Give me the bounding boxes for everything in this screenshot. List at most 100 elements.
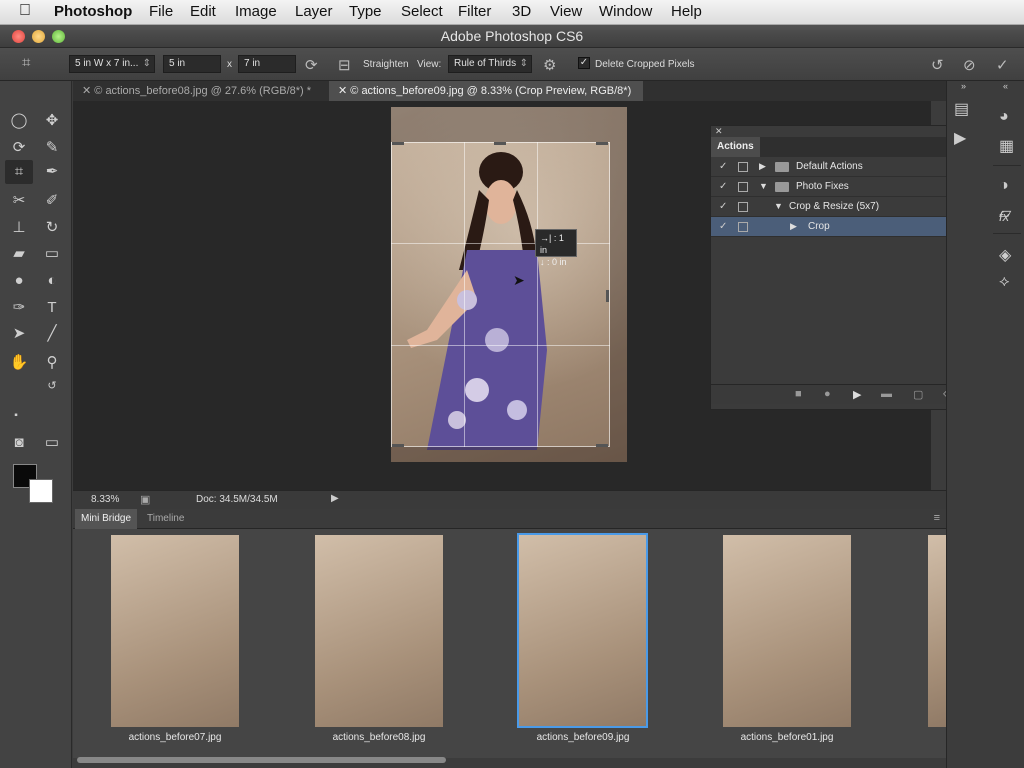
collapse-arrow-icon[interactable]: ▼ <box>774 201 783 211</box>
quick-select-tool-icon[interactable]: ✎ <box>38 136 66 160</box>
close-tab-icon[interactable]: ✕ <box>338 85 350 97</box>
screen-mode-icon[interactable]: ▭ <box>38 431 66 455</box>
straighten-label[interactable]: Straighten <box>363 59 409 70</box>
default-colors-icon[interactable]: ▪ <box>2 404 30 428</box>
action-crop-resize[interactable]: ✓ ▼ Crop & Resize (5x7) <box>711 197 968 217</box>
collapse-dock-icon[interactable]: « <box>1003 81 1008 91</box>
toggle-dialog-icon[interactable] <box>738 162 748 172</box>
pen-tool-icon[interactable]: ✑ <box>5 296 33 320</box>
zoom-window-button[interactable] <box>52 30 65 43</box>
menu-layer[interactable]: Layer <box>295 3 333 20</box>
type-tool-icon[interactable]: T <box>38 296 66 320</box>
collapse-arrow-icon[interactable]: ▼ <box>759 181 768 191</box>
hand-tool-icon[interactable]: ✋ <box>5 351 33 375</box>
status-info-icon[interactable]: ▣ <box>140 493 150 506</box>
swap-colors-icon[interactable]: ↺ <box>38 374 66 398</box>
paths-panel-icon[interactable]: ⟡ <box>999 273 1010 291</box>
expand-arrow-icon[interactable]: ▶ <box>790 221 797 232</box>
thumbnail[interactable] <box>111 535 239 727</box>
record-icon[interactable]: ● <box>824 388 831 400</box>
swatches-panel-icon[interactable]: ▦ <box>999 136 1014 156</box>
eyedropper-tool-icon[interactable]: ✒ <box>38 160 66 184</box>
menu-type[interactable]: Type <box>349 3 382 20</box>
menu-window[interactable]: Window <box>599 3 652 20</box>
close-window-button[interactable] <box>12 30 25 43</box>
gradient-tool-icon[interactable]: ▭ <box>38 242 66 266</box>
bridge-scrollbar[interactable] <box>77 757 446 763</box>
thumbnail[interactable] <box>723 535 851 727</box>
history-panel-icon[interactable]: ▤ <box>954 99 969 119</box>
apple-icon[interactable]:  <box>19 2 31 20</box>
crop-handle-edge[interactable] <box>494 142 506 145</box>
toggle-item-check[interactable]: ✓ <box>719 221 727 232</box>
tab-timeline[interactable]: Timeline <box>141 509 190 529</box>
view-overlay-select[interactable]: Rule of Thirds ⇕ <box>448 55 532 73</box>
color-panel-icon[interactable]: ◕ <box>999 108 1009 126</box>
thumbnail-selected[interactable] <box>517 533 648 728</box>
tab-actions-before08[interactable]: ✕ © actions_before08.jpg @ 27.6% (RGB/8*… <box>73 81 329 101</box>
swap-dimensions-icon[interactable]: ⟳ <box>305 56 318 74</box>
action-set-photo-fixes[interactable]: ✓ ▼ Photo Fixes <box>711 177 968 197</box>
play-icon[interactable]: ▶ <box>853 388 861 401</box>
crop-handle-corner[interactable] <box>392 142 404 145</box>
menu-filter[interactable]: Filter <box>458 3 491 20</box>
minimize-window-button[interactable] <box>32 30 45 43</box>
crop-handle-corner[interactable] <box>596 444 608 447</box>
thumbnail[interactable] <box>928 535 946 727</box>
background-color-swatch[interactable] <box>29 479 53 503</box>
line-tool-icon[interactable]: ╱ <box>38 322 66 346</box>
toggle-dialog-icon[interactable] <box>738 222 748 232</box>
menu-photoshop[interactable]: Photoshop <box>54 3 132 20</box>
fx-icon[interactable]: fx <box>999 209 1009 224</box>
toggle-dialog-icon[interactable] <box>738 182 748 192</box>
thumbnail[interactable] <box>315 535 443 727</box>
menu-view[interactable]: View <box>550 3 582 20</box>
menu-3d[interactable]: 3D <box>512 3 531 20</box>
toggle-item-check[interactable]: ✓ <box>719 181 727 192</box>
crop-tool-preset-icon[interactable]: ⌗ <box>22 54 30 71</box>
move-tool-icon[interactable]: ✥ <box>38 109 66 133</box>
quick-mask-icon[interactable]: ◙ <box>5 431 33 455</box>
zoom-tool-icon[interactable]: ⚲ <box>38 351 66 375</box>
close-tab-icon[interactable]: ✕ <box>82 85 94 97</box>
new-set-icon[interactable]: ▬ <box>881 388 892 400</box>
path-select-tool-icon[interactable]: ➤ <box>5 322 33 346</box>
crop-handle-corner[interactable] <box>392 444 404 447</box>
history-brush-tool-icon[interactable]: ↻ <box>38 216 66 240</box>
tab-actions[interactable]: Actions <box>711 137 760 157</box>
straighten-icon[interactable]: ⊟ <box>338 56 351 74</box>
action-step-crop[interactable]: ✓ ▶ Crop <box>711 217 968 237</box>
actions-panel-icon[interactable]: ▶ <box>954 128 966 148</box>
menu-file[interactable]: File <box>149 3 173 20</box>
delete-cropped-checkbox[interactable]: ✓ <box>578 57 590 69</box>
blur-tool-icon[interactable]: ● <box>5 269 33 293</box>
close-panel-icon[interactable]: ✕ <box>715 126 723 137</box>
reset-icon[interactable]: ↺ <box>931 56 944 74</box>
panel-menu-icon[interactable]: ≡ <box>934 512 940 524</box>
adjustments-panel-icon[interactable]: ◑ <box>999 177 1009 195</box>
eraser-tool-icon[interactable]: ▰ <box>5 242 33 266</box>
expand-arrow-icon[interactable]: ▶ <box>759 161 766 172</box>
cancel-crop-icon[interactable]: ⊘ <box>963 56 976 74</box>
gear-icon[interactable]: ⚙ <box>543 56 556 74</box>
ratio-preset-select[interactable]: 5 in W x 7 in... ⇕ <box>69 55 155 73</box>
menu-select[interactable]: Select <box>401 3 443 20</box>
tab-mini-bridge[interactable]: Mini Bridge <box>75 509 138 529</box>
brush-tool-icon[interactable]: ✐ <box>38 189 66 213</box>
status-menu-arrow-icon[interactable]: ▶ <box>331 493 339 504</box>
new-action-icon[interactable]: ▢ <box>913 388 923 401</box>
crop-handle-edge[interactable] <box>606 290 609 302</box>
toggle-item-check[interactable]: ✓ <box>719 161 727 172</box>
tab-actions-before09[interactable]: ✕ © actions_before09.jpg @ 8.33% (Crop P… <box>329 81 643 101</box>
menu-image[interactable]: Image <box>235 3 277 20</box>
collapse-dock-icon[interactable]: » <box>961 81 966 91</box>
crop-tool-icon[interactable]: ⌗ <box>5 160 33 184</box>
lasso-tool-icon[interactable]: ⟳ <box>5 136 33 160</box>
crop-box[interactable] <box>391 142 610 447</box>
action-set-default[interactable]: ✓ ▶ Default Actions <box>711 157 968 177</box>
healing-tool-icon[interactable]: ✂ <box>5 189 33 213</box>
stamp-tool-icon[interactable]: ⊥ <box>5 216 33 240</box>
marquee-tool-icon[interactable]: ◯ <box>5 109 33 133</box>
menu-help[interactable]: Help <box>671 3 702 20</box>
dodge-tool-icon[interactable]: ◐ <box>38 269 66 293</box>
